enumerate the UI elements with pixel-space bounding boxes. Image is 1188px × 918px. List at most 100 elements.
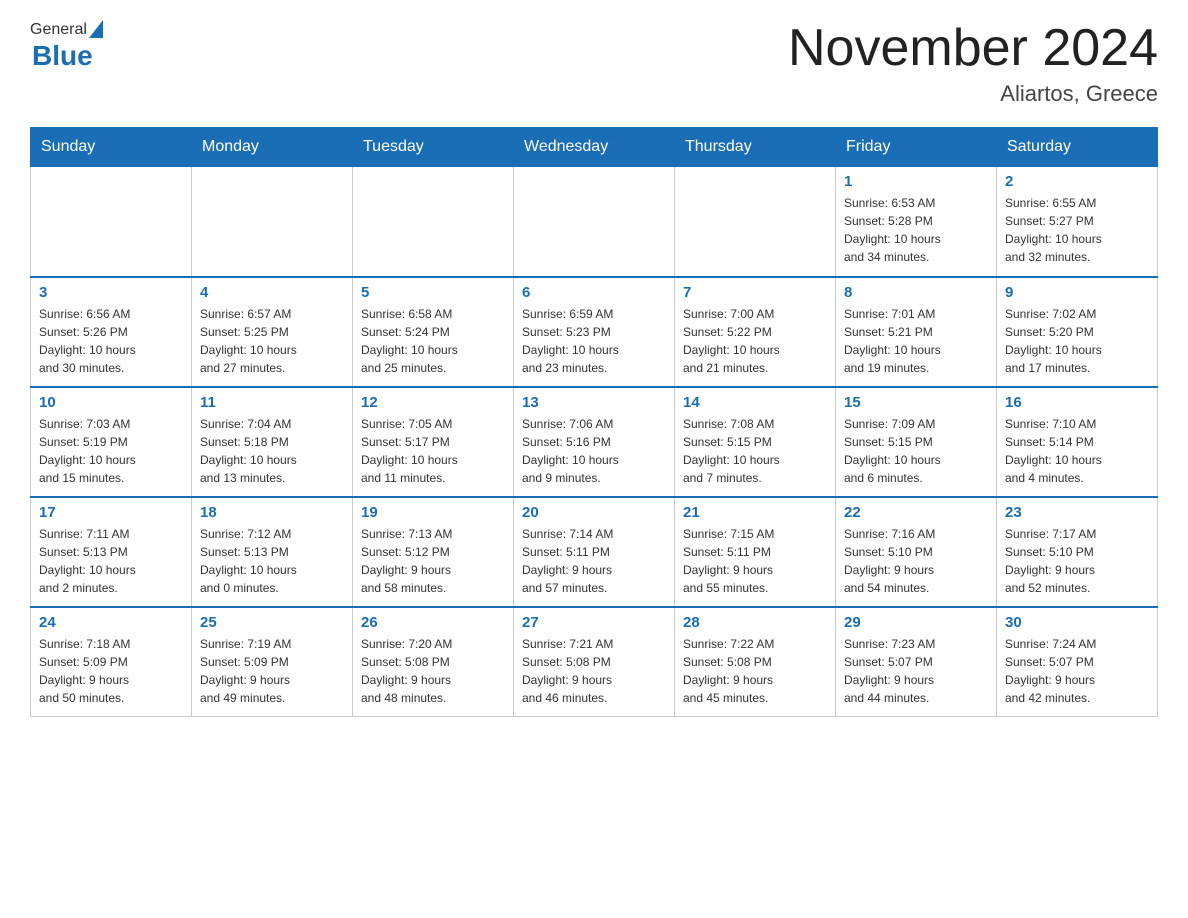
day-number: 10 — [39, 394, 183, 411]
calendar-cell: 9 Sunrise: 7:02 AM Sunset: 5:20 PM Daylig… — [997, 277, 1158, 387]
day-info: Sunrise: 7:08 AM Sunset: 5:15 PM Dayligh… — [683, 415, 827, 487]
day-number: 26 — [361, 614, 505, 631]
calendar-header-row: SundayMondayTuesdayWednesdayThursdayFrid… — [31, 128, 1158, 167]
day-number: 4 — [200, 284, 344, 301]
day-info: Sunrise: 7:13 AM Sunset: 5:12 PM Dayligh… — [361, 525, 505, 597]
calendar-cell: 22Sunrise: 7:16 AM Sunset: 5:10 PM Dayli… — [836, 497, 997, 607]
day-number: 11 — [200, 394, 344, 411]
day-info: Sunrise: 7:22 AM Sunset: 5:08 PM Dayligh… — [683, 635, 827, 707]
day-info: Sunrise: 7:00 AM Sunset: 5:22 PM Dayligh… — [683, 305, 827, 377]
day-info: Sunrise: 7:23 AM Sunset: 5:07 PM Dayligh… — [844, 635, 988, 707]
day-number: 7 — [683, 284, 827, 301]
day-number: 2 — [1005, 173, 1149, 190]
day-info: Sunrise: 7:15 AM Sunset: 5:11 PM Dayligh… — [683, 525, 827, 597]
calendar-cell: 11 Sunrise: 7:04 AM Sunset: 5:18 PM Dayli… — [192, 387, 353, 497]
day-info: Sunrise: 7:10 AM Sunset: 5:14 PM Dayligh… — [1005, 415, 1149, 487]
day-info: Sunrise: 7:19 AM Sunset: 5:09 PM Dayligh… — [200, 635, 344, 707]
day-info: Sunrise: 7:01 AM Sunset: 5:21 PM Dayligh… — [844, 305, 988, 377]
header-saturday: Saturday — [997, 128, 1158, 167]
calendar-cell: 23 Sunrise: 7:17 AM Sunset: 5:10 PM Dayli… — [997, 497, 1158, 607]
day-number: 6 — [522, 284, 666, 301]
calendar-cell: 10 Sunrise: 7:03 AM Sunset: 5:19 PM Dayli… — [31, 387, 192, 497]
day-number: 27 — [522, 614, 666, 631]
calendar-cell: 30 Sunrise: 7:24 AM Sunset: 5:07 PM Dayli… — [997, 607, 1158, 717]
logo-triangle-icon — [89, 20, 103, 38]
day-number: 9 — [1005, 284, 1149, 301]
day-info: Sunrise: 7:20 AM Sunset: 5:08 PM Dayligh… — [361, 635, 505, 707]
day-info: Sunrise: 7:24 AM Sunset: 5:07 PM Dayligh… — [1005, 635, 1149, 707]
day-number: 24 — [39, 614, 183, 631]
header-friday: Friday — [836, 128, 997, 167]
calendar-week-row: 24 Sunrise: 7:18 AM Sunset: 5:09 PM Dayli… — [31, 607, 1158, 717]
day-info: Sunrise: 7:03 AM Sunset: 5:19 PM Dayligh… — [39, 415, 183, 487]
title-block: November 2024 Aliartos, Greece — [788, 20, 1158, 107]
calendar-cell: 21 Sunrise: 7:15 AM Sunset: 5:11 PM Dayli… — [675, 497, 836, 607]
logo: General Blue — [30, 20, 103, 72]
calendar-cell: 7 Sunrise: 7:00 AM Sunset: 5:22 PM Daylig… — [675, 277, 836, 387]
day-info: Sunrise: 6:58 AM Sunset: 5:24 PM Dayligh… — [361, 305, 505, 377]
calendar-cell: 13Sunrise: 7:06 AM Sunset: 5:16 PM Dayli… — [514, 387, 675, 497]
calendar-cell: 4 Sunrise: 6:57 AM Sunset: 5:25 PM Daylig… — [192, 277, 353, 387]
calendar-cell: 17Sunrise: 7:11 AM Sunset: 5:13 PM Dayli… — [31, 497, 192, 607]
logo-text-general: General — [30, 21, 87, 39]
calendar-cell: 3 Sunrise: 6:56 AM Sunset: 5:26 PM Daylig… — [31, 277, 192, 387]
day-number: 15 — [844, 394, 988, 411]
calendar-cell: 26 Sunrise: 7:20 AM Sunset: 5:08 PM Dayli… — [353, 607, 514, 717]
day-number: 21 — [683, 504, 827, 521]
day-number: 17 — [39, 504, 183, 521]
calendar-cell: 25Sunrise: 7:19 AM Sunset: 5:09 PM Dayli… — [192, 607, 353, 717]
day-number: 1 — [844, 173, 988, 190]
header-tuesday: Tuesday — [353, 128, 514, 167]
day-number: 28 — [683, 614, 827, 631]
day-number: 29 — [844, 614, 988, 631]
calendar-cell: 6 Sunrise: 6:59 AM Sunset: 5:23 PM Daylig… — [514, 277, 675, 387]
day-info: Sunrise: 6:53 AM Sunset: 5:28 PM Dayligh… — [844, 194, 988, 266]
calendar-cell: 27Sunrise: 7:21 AM Sunset: 5:08 PM Dayli… — [514, 607, 675, 717]
calendar-week-row: 1 Sunrise: 6:53 AM Sunset: 5:28 PM Daylig… — [31, 167, 1158, 277]
day-number: 5 — [361, 284, 505, 301]
day-info: Sunrise: 7:14 AM Sunset: 5:11 PM Dayligh… — [522, 525, 666, 597]
day-number: 19 — [361, 504, 505, 521]
day-number: 23 — [1005, 504, 1149, 521]
day-info: Sunrise: 6:55 AM Sunset: 5:27 PM Dayligh… — [1005, 194, 1149, 266]
day-info: Sunrise: 7:17 AM Sunset: 5:10 PM Dayligh… — [1005, 525, 1149, 597]
calendar-cell: 29 Sunrise: 7:23 AM Sunset: 5:07 PM Dayli… — [836, 607, 997, 717]
day-number: 8 — [844, 284, 988, 301]
day-info: Sunrise: 6:59 AM Sunset: 5:23 PM Dayligh… — [522, 305, 666, 377]
day-number: 22 — [844, 504, 988, 521]
calendar-cell: 5 Sunrise: 6:58 AM Sunset: 5:24 PM Daylig… — [353, 277, 514, 387]
header-thursday: Thursday — [675, 128, 836, 167]
calendar-cell — [514, 167, 675, 277]
calendar-cell: 28 Sunrise: 7:22 AM Sunset: 5:08 PM Dayli… — [675, 607, 836, 717]
day-number: 14 — [683, 394, 827, 411]
calendar-cell — [675, 167, 836, 277]
day-info: Sunrise: 7:09 AM Sunset: 5:15 PM Dayligh… — [844, 415, 988, 487]
calendar-week-row: 10 Sunrise: 7:03 AM Sunset: 5:19 PM Dayli… — [31, 387, 1158, 497]
header-wednesday: Wednesday — [514, 128, 675, 167]
calendar-cell: 20 Sunrise: 7:14 AM Sunset: 5:11 PM Dayli… — [514, 497, 675, 607]
day-number: 3 — [39, 284, 183, 301]
calendar-cell: 1 Sunrise: 6:53 AM Sunset: 5:28 PM Daylig… — [836, 167, 997, 277]
page-header: General Blue November 2024 Aliartos, Gre… — [30, 20, 1158, 107]
calendar-table: SundayMondayTuesdayWednesdayThursdayFrid… — [30, 127, 1158, 717]
calendar-cell: 14 Sunrise: 7:08 AM Sunset: 5:15 PM Dayli… — [675, 387, 836, 497]
logo-text-blue: Blue — [32, 40, 103, 72]
header-monday: Monday — [192, 128, 353, 167]
day-info: Sunrise: 7:04 AM Sunset: 5:18 PM Dayligh… — [200, 415, 344, 487]
day-number: 30 — [1005, 614, 1149, 631]
calendar-week-row: 3 Sunrise: 6:56 AM Sunset: 5:26 PM Daylig… — [31, 277, 1158, 387]
day-number: 20 — [522, 504, 666, 521]
day-info: Sunrise: 6:56 AM Sunset: 5:26 PM Dayligh… — [39, 305, 183, 377]
day-number: 12 — [361, 394, 505, 411]
calendar-cell: 24 Sunrise: 7:18 AM Sunset: 5:09 PM Dayli… — [31, 607, 192, 717]
calendar-cell: 19 Sunrise: 7:13 AM Sunset: 5:12 PM Dayli… — [353, 497, 514, 607]
day-info: Sunrise: 7:18 AM Sunset: 5:09 PM Dayligh… — [39, 635, 183, 707]
day-info: Sunrise: 7:06 AM Sunset: 5:16 PM Dayligh… — [522, 415, 666, 487]
day-info: Sunrise: 6:57 AM Sunset: 5:25 PM Dayligh… — [200, 305, 344, 377]
day-number: 18 — [200, 504, 344, 521]
calendar-cell: 8 Sunrise: 7:01 AM Sunset: 5:21 PM Daylig… — [836, 277, 997, 387]
day-info: Sunrise: 7:02 AM Sunset: 5:20 PM Dayligh… — [1005, 305, 1149, 377]
day-info: Sunrise: 7:05 AM Sunset: 5:17 PM Dayligh… — [361, 415, 505, 487]
calendar-cell — [31, 167, 192, 277]
day-number: 16 — [1005, 394, 1149, 411]
